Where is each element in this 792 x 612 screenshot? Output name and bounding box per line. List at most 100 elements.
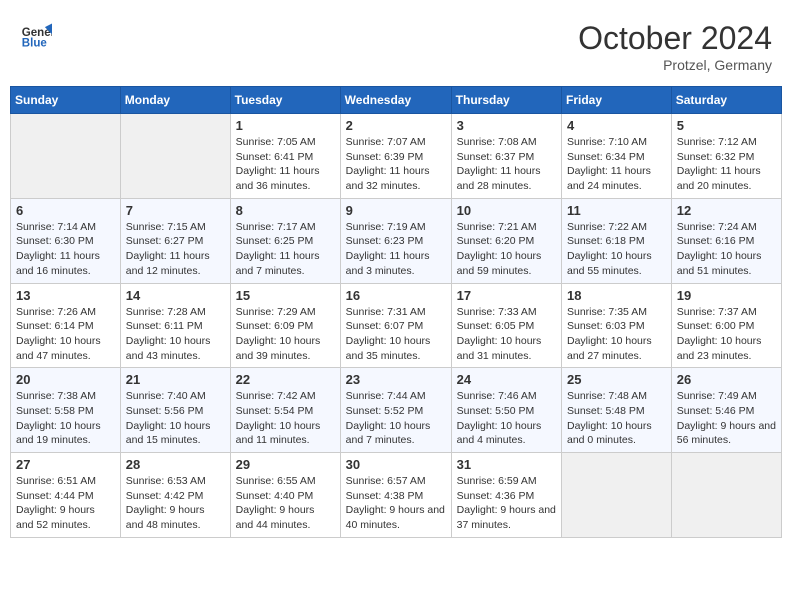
day-number: 23 [346, 372, 446, 387]
day-number: 25 [567, 372, 666, 387]
day-number: 26 [677, 372, 776, 387]
title-block: October 2024 Protzel, Germany [578, 20, 772, 73]
day-number: 18 [567, 288, 666, 303]
day-number: 4 [567, 118, 666, 133]
calendar-cell: 24Sunrise: 7:46 AMSunset: 5:50 PMDayligh… [451, 368, 561, 453]
day-number: 8 [236, 203, 335, 218]
cell-sun-info: Sunrise: 6:51 AMSunset: 4:44 PMDaylight:… [16, 474, 115, 533]
calendar-cell: 26 Sunrise: 7:49 AMSunset: 5:46 PMDayligh… [671, 368, 781, 453]
calendar-week-4: 20Sunrise: 7:38 AMSunset: 5:58 PMDayligh… [11, 368, 782, 453]
cell-sun-info: Sunrise: 7:33 AMSunset: 6:05 PMDaylight:… [457, 305, 556, 364]
calendar-cell: 22Sunrise: 7:42 AMSunset: 5:54 PMDayligh… [230, 368, 340, 453]
day-number: 13 [16, 288, 115, 303]
cell-sun-info: Sunrise: 7:21 AMSunset: 6:20 PMDaylight:… [457, 220, 556, 279]
calendar-cell: 20Sunrise: 7:38 AMSunset: 5:58 PMDayligh… [11, 368, 121, 453]
day-number: 10 [457, 203, 556, 218]
cell-sun-info: Sunrise: 6:53 AMSunset: 4:42 PMDaylight:… [126, 474, 225, 533]
calendar-cell: 28Sunrise: 6:53 AMSunset: 4:42 PMDayligh… [120, 453, 230, 538]
day-number: 15 [236, 288, 335, 303]
day-number: 1 [236, 118, 335, 133]
weekday-header-thursday: Thursday [451, 87, 561, 114]
day-number: 12 [677, 203, 776, 218]
cell-sun-info: Sunrise: 7:40 AMSunset: 5:56 PMDaylight:… [126, 389, 225, 448]
calendar-cell: 21 Sunrise: 7:40 AMSunset: 5:56 PMDayligh… [120, 368, 230, 453]
calendar-cell: 1 Sunrise: 7:05 AMSunset: 6:41 PMDaylight… [230, 114, 340, 199]
calendar-cell: 12 Sunrise: 7:24 AMSunset: 6:16 PMDayligh… [671, 198, 781, 283]
calendar-cell: 19 Sunrise: 7:37 AMSunset: 6:00 PMDayligh… [671, 283, 781, 368]
calendar-cell: 16 Sunrise: 7:31 AMSunset: 6:07 PMDayligh… [340, 283, 451, 368]
day-number: 14 [126, 288, 225, 303]
calendar-cell: 6Sunrise: 7:14 AMSunset: 6:30 PMDaylight… [11, 198, 121, 283]
calendar-cell: 17 Sunrise: 7:33 AMSunset: 6:05 PMDayligh… [451, 283, 561, 368]
calendar-week-3: 13Sunrise: 7:26 AMSunset: 6:14 PMDayligh… [11, 283, 782, 368]
cell-sun-info: Sunrise: 6:57 AMSunset: 4:38 PMDaylight:… [346, 474, 446, 533]
calendar-week-5: 27 Sunrise: 6:51 AMSunset: 4:44 PMDayligh… [11, 453, 782, 538]
calendar-cell [11, 114, 121, 199]
calendar-cell: 23 Sunrise: 7:44 AMSunset: 5:52 PMDayligh… [340, 368, 451, 453]
cell-sun-info: Sunrise: 7:22 AMSunset: 6:18 PMDaylight:… [567, 220, 666, 279]
cell-sun-info: Sunrise: 7:24 AMSunset: 6:16 PMDaylight:… [677, 220, 776, 279]
weekday-header-sunday: Sunday [11, 87, 121, 114]
cell-sun-info: Sunrise: 7:37 AMSunset: 6:00 PMDaylight:… [677, 305, 776, 364]
calendar-cell: 2 Sunrise: 7:07 AMSunset: 6:39 PMDaylight… [340, 114, 451, 199]
day-number: 3 [457, 118, 556, 133]
cell-sun-info: Sunrise: 7:28 AMSunset: 6:11 PMDaylight:… [126, 305, 225, 364]
logo-icon: General Blue [20, 20, 52, 52]
cell-sun-info: Sunrise: 6:59 AMSunset: 4:36 PMDaylight:… [457, 474, 556, 533]
calendar-cell: 27 Sunrise: 6:51 AMSunset: 4:44 PMDayligh… [11, 453, 121, 538]
calendar-cell: 29 Sunrise: 6:55 AMSunset: 4:40 PMDayligh… [230, 453, 340, 538]
weekday-header-friday: Friday [562, 87, 672, 114]
cell-sun-info: Sunrise: 7:10 AMSunset: 6:34 PMDaylight:… [567, 135, 666, 194]
day-number: 16 [346, 288, 446, 303]
calendar-cell: 31Sunrise: 6:59 AMSunset: 4:36 PMDayligh… [451, 453, 561, 538]
cell-sun-info: Sunrise: 7:12 AMSunset: 6:32 PMDaylight:… [677, 135, 776, 194]
day-number: 7 [126, 203, 225, 218]
day-number: 5 [677, 118, 776, 133]
calendar-cell: 14 Sunrise: 7:28 AMSunset: 6:11 PMDayligh… [120, 283, 230, 368]
cell-sun-info: Sunrise: 6:55 AMSunset: 4:40 PMDaylight:… [236, 474, 335, 533]
location: Protzel, Germany [578, 57, 772, 73]
day-number: 11 [567, 203, 666, 218]
cell-sun-info: Sunrise: 7:48 AMSunset: 5:48 PMDaylight:… [567, 389, 666, 448]
cell-sun-info: Sunrise: 7:44 AMSunset: 5:52 PMDaylight:… [346, 389, 446, 448]
calendar-cell: 3 Sunrise: 7:08 AMSunset: 6:37 PMDaylight… [451, 114, 561, 199]
day-number: 19 [677, 288, 776, 303]
calendar-cell [120, 114, 230, 199]
cell-sun-info: Sunrise: 7:29 AMSunset: 6:09 PMDaylight:… [236, 305, 335, 364]
cell-sun-info: Sunrise: 7:15 AMSunset: 6:27 PMDaylight:… [126, 220, 225, 279]
day-number: 6 [16, 203, 115, 218]
weekday-header-tuesday: Tuesday [230, 87, 340, 114]
calendar-cell: 15 Sunrise: 7:29 AMSunset: 6:09 PMDayligh… [230, 283, 340, 368]
day-number: 22 [236, 372, 335, 387]
calendar-cell: 11 Sunrise: 7:22 AMSunset: 6:18 PMDayligh… [562, 198, 672, 283]
day-number: 17 [457, 288, 556, 303]
calendar-cell: 25 Sunrise: 7:48 AMSunset: 5:48 PMDayligh… [562, 368, 672, 453]
cell-sun-info: Sunrise: 7:07 AMSunset: 6:39 PMDaylight:… [346, 135, 446, 194]
calendar-week-1: 1 Sunrise: 7:05 AMSunset: 6:41 PMDaylight… [11, 114, 782, 199]
day-number: 20 [16, 372, 115, 387]
calendar-table: SundayMondayTuesdayWednesdayThursdayFrid… [10, 86, 782, 538]
calendar-cell: 13Sunrise: 7:26 AMSunset: 6:14 PMDayligh… [11, 283, 121, 368]
day-number: 9 [346, 203, 446, 218]
day-number: 21 [126, 372, 225, 387]
day-number: 24 [457, 372, 556, 387]
calendar-cell: 5 Sunrise: 7:12 AMSunset: 6:32 PMDaylight… [671, 114, 781, 199]
cell-sun-info: Sunrise: 7:05 AMSunset: 6:41 PMDaylight:… [236, 135, 335, 194]
weekday-header-wednesday: Wednesday [340, 87, 451, 114]
day-number: 29 [236, 457, 335, 472]
svg-text:Blue: Blue [22, 38, 48, 50]
calendar-cell [671, 453, 781, 538]
cell-sun-info: Sunrise: 7:08 AMSunset: 6:37 PMDaylight:… [457, 135, 556, 194]
cell-sun-info: Sunrise: 7:49 AMSunset: 5:46 PMDaylight:… [677, 389, 776, 448]
calendar-cell: 18 Sunrise: 7:35 AMSunset: 6:03 PMDayligh… [562, 283, 672, 368]
cell-sun-info: Sunrise: 7:31 AMSunset: 6:07 PMDaylight:… [346, 305, 446, 364]
calendar-cell: 9Sunrise: 7:19 AMSunset: 6:23 PMDaylight… [340, 198, 451, 283]
cell-sun-info: Sunrise: 7:35 AMSunset: 6:03 PMDaylight:… [567, 305, 666, 364]
month-title: October 2024 [578, 20, 772, 57]
day-number: 27 [16, 457, 115, 472]
logo: General Blue [20, 20, 52, 52]
calendar-cell [562, 453, 672, 538]
calendar-cell: 4 Sunrise: 7:10 AMSunset: 6:34 PMDaylight… [562, 114, 672, 199]
day-number: 2 [346, 118, 446, 133]
calendar-cell: 30Sunrise: 6:57 AMSunset: 4:38 PMDayligh… [340, 453, 451, 538]
